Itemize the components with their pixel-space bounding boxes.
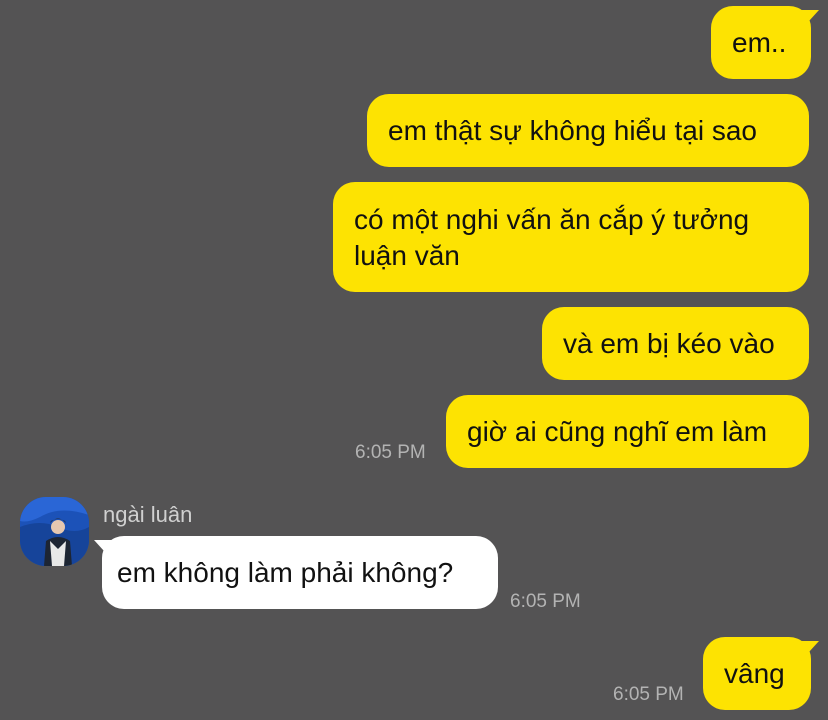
message-timestamp: 6:05 PM — [355, 442, 426, 463]
sender-name: ngài luân — [103, 502, 193, 527]
message-bubble-outgoing[interactable]: vâng — [703, 637, 811, 710]
chat-area: em.. em thật sự không hiểu tại sao có mộ… — [0, 0, 828, 720]
message-bubble-outgoing[interactable]: và em bị kéo vào — [542, 307, 809, 380]
message-bubble-outgoing[interactable]: em thật sự không hiểu tại sao — [367, 94, 809, 167]
message-text: giờ ai cũng nghĩ em làm — [467, 416, 768, 447]
profile-photo-icon — [20, 497, 89, 566]
message-text: có một nghi vấn ăn cắp ý tưởng — [354, 204, 750, 235]
message-text: em thật sự không hiểu tại sao — [388, 115, 757, 146]
message-bubble-outgoing[interactable]: giờ ai cũng nghĩ em làm — [446, 395, 809, 468]
message-bubble-incoming[interactable]: em không làm phải không? — [102, 536, 498, 609]
message-text: em không làm phải không? — [117, 557, 454, 588]
message-text: em.. — [732, 27, 787, 58]
message-text-line2: luận văn — [354, 240, 460, 271]
message-timestamp: 6:05 PM — [613, 684, 684, 705]
message-bubble-outgoing[interactable]: có một nghi vấn ăn cắp ý tưởng luận văn — [333, 182, 809, 292]
message-timestamp: 6:05 PM — [510, 591, 581, 612]
avatar[interactable] — [20, 497, 89, 566]
message-bubble-outgoing[interactable]: em.. — [711, 6, 811, 79]
message-text: vâng — [724, 658, 785, 689]
message-text: và em bị kéo vào — [563, 328, 775, 359]
